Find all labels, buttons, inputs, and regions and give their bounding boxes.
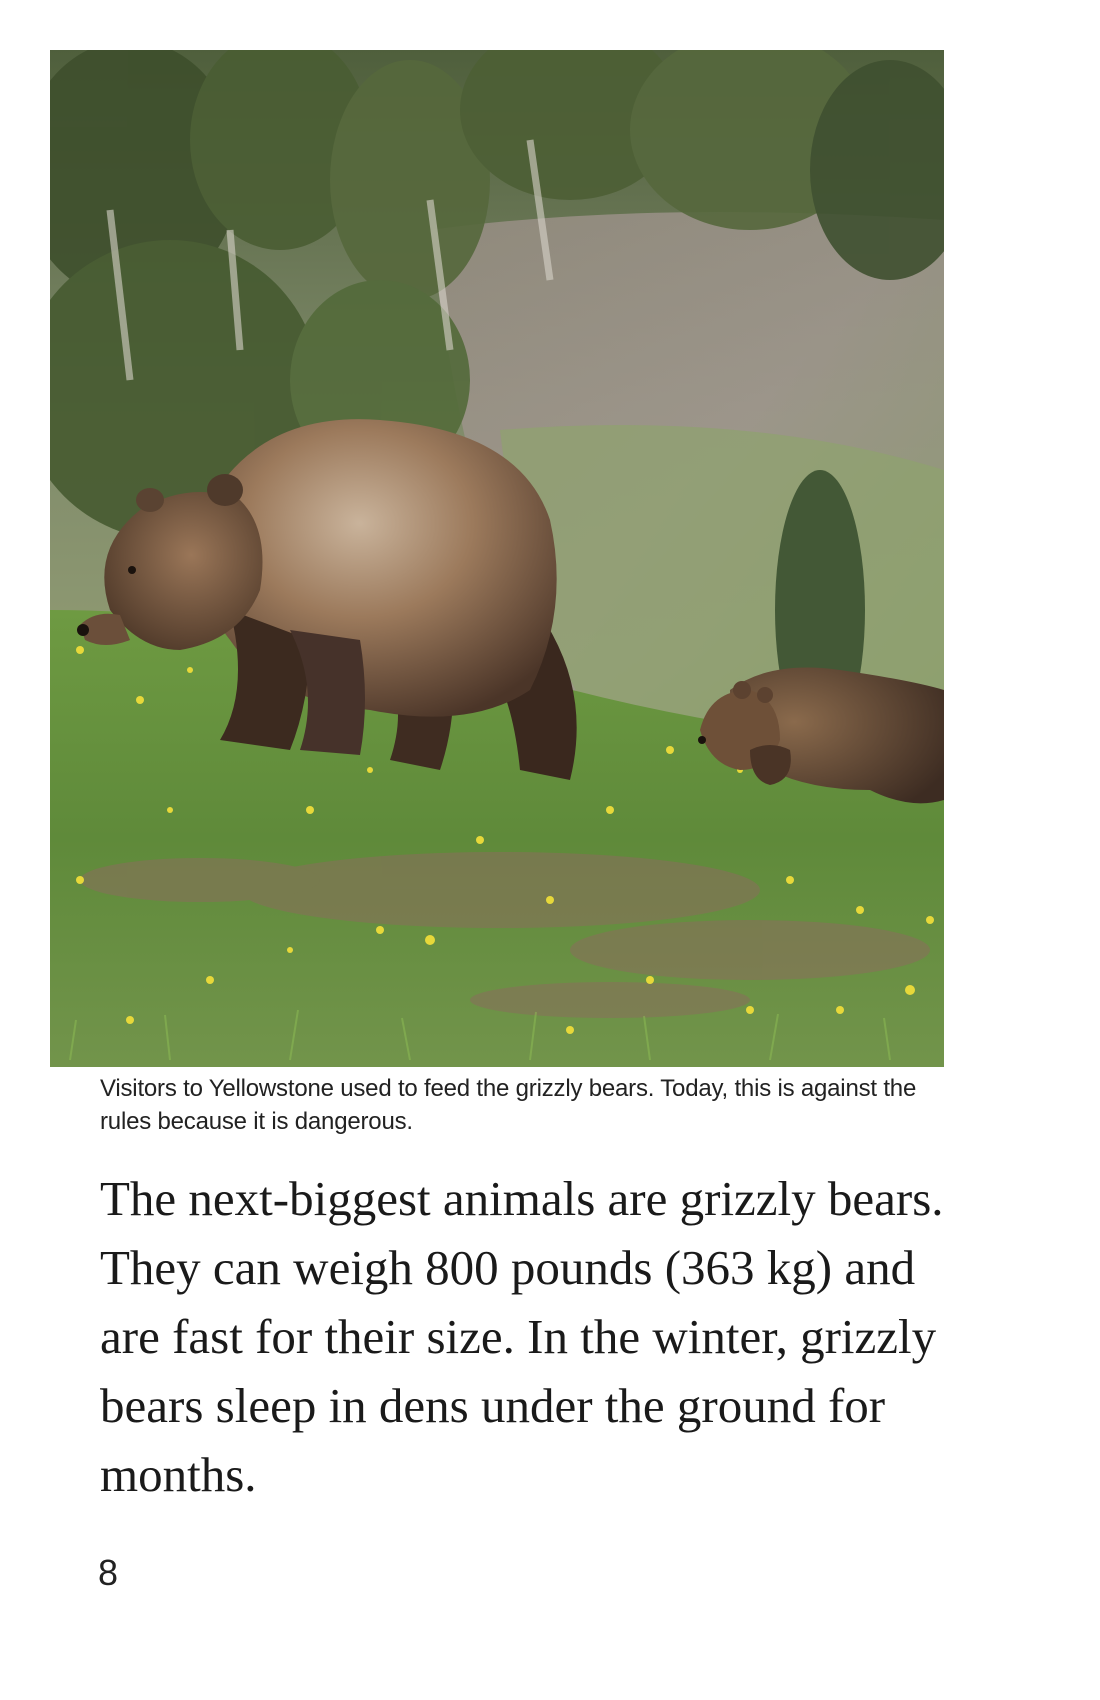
grizzly-bear-photo <box>50 50 944 1067</box>
photo-caption: Visitors to Yellowstone used to feed the… <box>100 1075 917 1135</box>
page-number: 8 <box>98 1552 119 1593</box>
paragraph-text: The next-biggest animals are grizzly bea… <box>100 1171 944 1502</box>
main-paragraph: The next-biggest animals are grizzly bea… <box>100 1164 960 1509</box>
